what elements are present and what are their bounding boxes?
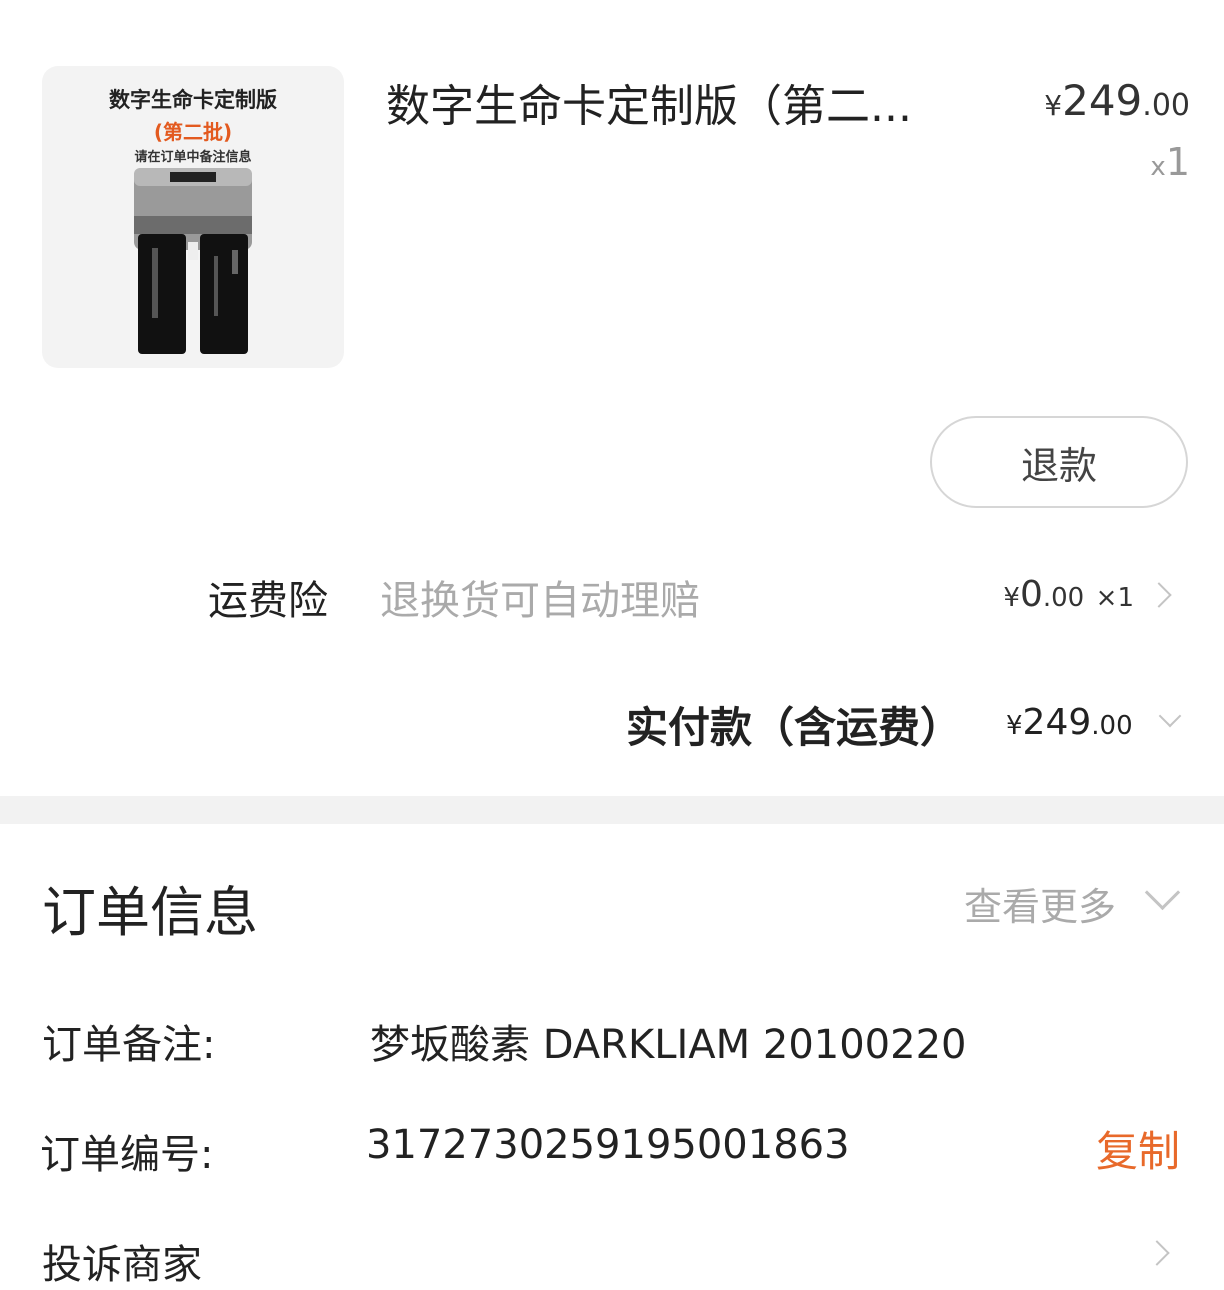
insurance-multiplier: ×1 xyxy=(1095,583,1134,613)
copy-button[interactable]: 复制 xyxy=(1096,1118,1180,1179)
refund-button[interactable]: 退款 xyxy=(930,416,1188,508)
product-quantity: x1 xyxy=(1150,140,1190,184)
total-integer: 249 xyxy=(1022,702,1092,743)
total-paid-label: 实付款（含运费） xyxy=(626,703,963,752)
shipping-insurance-price: ¥0.00 ×1 xyxy=(1003,574,1134,615)
section-divider xyxy=(0,796,1224,824)
chevron-down-icon[interactable] xyxy=(1144,874,1181,911)
complain-merchant-label[interactable]: 投诉商家 xyxy=(42,1232,202,1290)
shipping-insurance-description: 退换货可自动理赔 xyxy=(380,578,700,624)
product-thumbnail[interactable]: 数字生命卡定制版 (第二批) 请在订单中备注信息 xyxy=(42,66,344,368)
chevron-right-icon[interactable] xyxy=(1146,582,1172,608)
total-paid-amount: ¥249.00 xyxy=(1006,702,1133,743)
see-more-link[interactable]: 查看更多 xyxy=(964,876,1116,931)
order-remark-value: 梦坂酸素 DARKLIAM 20100220 xyxy=(370,1022,967,1068)
insurance-integer: 0 xyxy=(1019,574,1043,615)
card-product-illustration xyxy=(134,168,252,354)
chevron-right-icon[interactable] xyxy=(1144,1240,1170,1266)
price-integer: 249 xyxy=(1062,76,1143,125)
total-decimal: .00 xyxy=(1091,711,1133,741)
order-info-title: 订单信息 xyxy=(42,881,258,944)
quantity-value: 1 xyxy=(1165,140,1190,184)
order-number-label: 订单编号: xyxy=(40,1132,214,1178)
insurance-decimal: .00 xyxy=(1042,583,1085,613)
quantity-prefix: x xyxy=(1150,152,1166,182)
price-decimal: .00 xyxy=(1142,88,1190,123)
insurance-currency: ¥ xyxy=(1003,583,1020,613)
order-remark-label: 订单备注: xyxy=(42,1022,216,1068)
product-title[interactable]: 数字生命卡定制版（第二... xyxy=(386,70,966,134)
order-number-value: 3172730259195001863 xyxy=(366,1122,850,1168)
product-price: ¥249.00 xyxy=(1044,76,1190,125)
price-currency: ¥ xyxy=(1044,89,1063,122)
shipping-insurance-label: 运费险 xyxy=(208,578,328,624)
chevron-down-icon[interactable] xyxy=(1158,704,1182,728)
total-currency: ¥ xyxy=(1006,711,1023,741)
